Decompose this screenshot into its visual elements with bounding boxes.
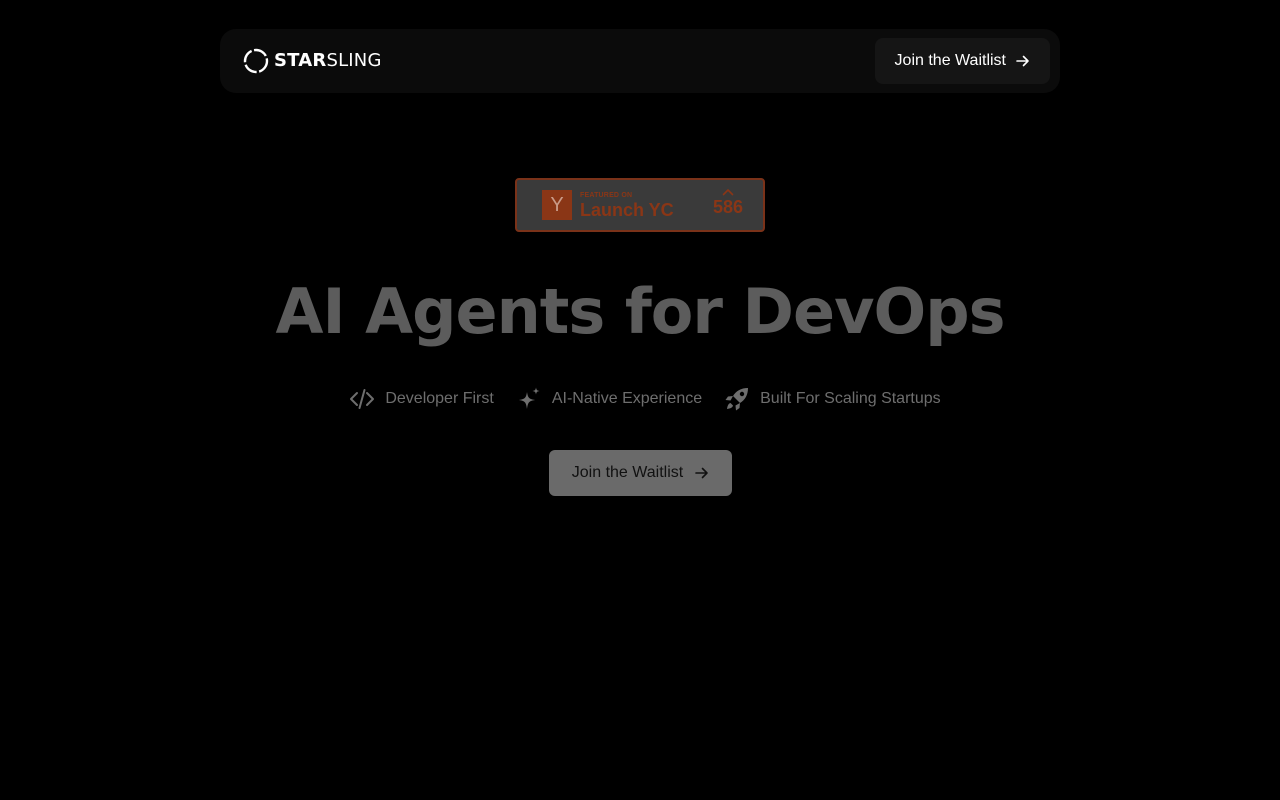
feature-label: AI-Native Experience	[551, 390, 703, 407]
yc-upvote: 586	[713, 188, 743, 218]
brand-logo-link[interactable]: STARSLING	[242, 47, 382, 75]
landing-page: STARSLING Join the Waitlist Y FEATURED O…	[0, 0, 1280, 800]
yc-badge-text: FEATURED ON Launch YC	[580, 191, 674, 220]
rocket-icon	[725, 388, 749, 411]
brand-name-light: SLING	[326, 50, 382, 71]
brand-name: STARSLING	[274, 52, 382, 70]
nav-join-waitlist-button[interactable]: Join the Waitlist	[874, 38, 1050, 84]
yc-logo-letter: Y	[550, 193, 564, 216]
hero-headline: AI Agents for DevOps	[275, 275, 1006, 348]
yc-upvote-count: 586	[712, 197, 743, 217]
hero-join-waitlist-button[interactable]: Join the Waitlist	[549, 450, 732, 496]
launch-yc-badge[interactable]: Y FEATURED ON Launch YC 586	[515, 178, 765, 232]
brand-name-bold: STAR	[274, 50, 327, 71]
feature-list: Developer First AI-Native Experience Bui…	[0, 386, 1280, 412]
top-navbar: STARSLING Join the Waitlist	[220, 29, 1060, 93]
caret-up-icon	[722, 189, 734, 196]
yc-featured-label: FEATURED ON	[580, 191, 633, 199]
nav-join-waitlist-label: Join the Waitlist	[894, 52, 1006, 69]
feature-label: Built For Scaling Startups	[760, 390, 941, 407]
feature-developer-first: Developer First	[349, 386, 494, 412]
yc-badge-title: Launch YC	[580, 199, 674, 220]
hero-join-waitlist-label: Join the Waitlist	[571, 464, 684, 481]
arrow-right-icon	[695, 467, 709, 479]
yc-logo-icon: Y	[542, 190, 572, 220]
sparkle-icon	[518, 387, 540, 409]
code-icon	[350, 389, 375, 409]
arrow-right-icon	[1016, 55, 1029, 67]
feature-ai-native: AI-Native Experience	[516, 386, 702, 412]
feature-label: Developer First	[385, 390, 494, 407]
starsling-logo-icon	[243, 48, 269, 74]
feature-scaling-startups: Built For Scaling Startups	[724, 386, 941, 412]
